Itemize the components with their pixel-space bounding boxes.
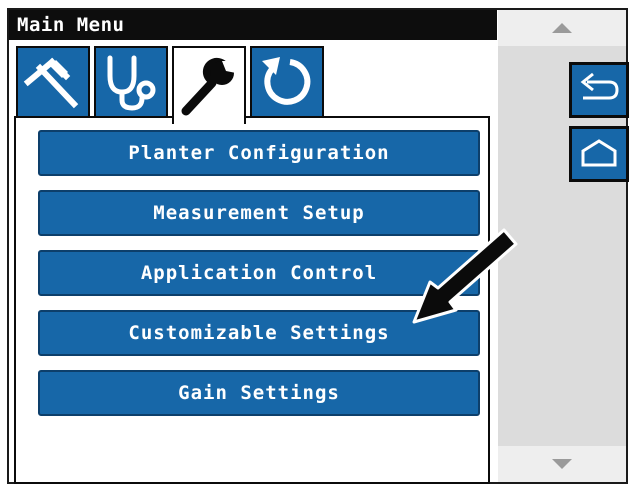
tools-icon bbox=[23, 57, 79, 109]
main-menu-screen: Main Menu Planter Configuration Measurem… bbox=[7, 8, 629, 484]
reset-icon bbox=[262, 57, 311, 105]
tab-diagnostics[interactable] bbox=[94, 46, 168, 118]
scroll-down-icon bbox=[552, 459, 572, 469]
tab-reset[interactable] bbox=[250, 46, 324, 118]
gain-settings-button[interactable]: Gain Settings bbox=[38, 370, 480, 416]
wrench-icon bbox=[181, 57, 236, 116]
back-arrow-icon bbox=[580, 72, 619, 100]
tab-settings[interactable] bbox=[172, 46, 246, 124]
scroll-up-icon bbox=[552, 23, 572, 33]
title-bar: Main Menu bbox=[9, 10, 497, 40]
scroll-up-button[interactable] bbox=[498, 10, 626, 46]
back-button[interactable] bbox=[569, 62, 629, 118]
callout-arrow-icon bbox=[412, 228, 518, 324]
scroll-down-button[interactable] bbox=[498, 446, 626, 482]
tab-tools[interactable] bbox=[16, 46, 90, 118]
home-icon bbox=[581, 139, 617, 167]
home-button[interactable] bbox=[569, 126, 629, 182]
diagnostics-stethoscope-icon bbox=[107, 55, 156, 111]
page-title: Main Menu bbox=[17, 14, 125, 36]
planter-configuration-button[interactable]: Planter Configuration bbox=[38, 130, 480, 176]
